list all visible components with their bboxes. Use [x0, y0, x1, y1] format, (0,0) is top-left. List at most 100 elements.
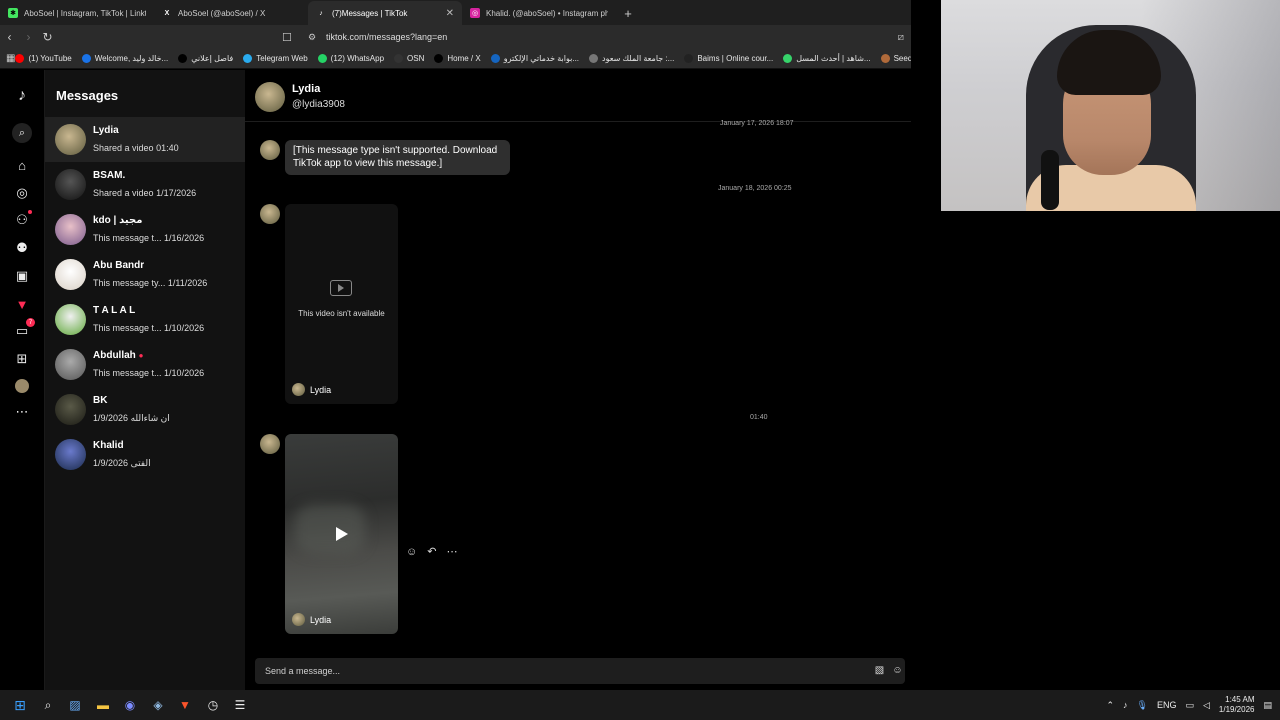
conversation-item[interactable]: Abdullah ● This message t... 1/10/2026: [45, 342, 245, 387]
unavailable-video-card[interactable]: This video isn't available Lydia: [285, 204, 398, 404]
volume-icon[interactable]: ◁: [1203, 700, 1210, 711]
bookmark-youtube[interactable]: (1) YouTube: [15, 54, 72, 63]
conversation-item[interactable]: Khalid الفتى 1/9/2026: [45, 432, 245, 477]
search-icon[interactable]: ⌕: [12, 123, 32, 143]
bookmark-ksu[interactable]: جامعة الملك سعود :...: [589, 54, 674, 63]
windows-taskbar: ⊞ ⌕ ▨ ▬ ◉ ◈ ▼ ◷ ☰ ⌃ ♪ 🎙 ENG ▭ ◁ 1:45 AM 1…: [0, 690, 1280, 720]
bookmark-welcome[interactable]: Welcome, خالد وليد...: [81, 54, 168, 63]
speaker-icon[interactable]: ♪: [1123, 700, 1128, 710]
message-actions: ☺ ↶ ⋯: [406, 545, 457, 559]
site-settings-icon[interactable]: ⚙: [308, 32, 316, 43]
activity-icon[interactable]: ▼: [12, 294, 32, 314]
messages-icon[interactable]: ▭ 7: [12, 318, 35, 341]
bookmark-osn[interactable]: OSN: [394, 54, 424, 63]
video-sender: Lydia: [292, 613, 331, 626]
bookmark-baims[interactable]: Baims | Online cour...: [684, 54, 773, 63]
avatar: [55, 304, 86, 335]
discord-icon[interactable]: ◉: [120, 695, 140, 715]
search-icon[interactable]: ⌕: [38, 695, 58, 715]
tab-instagram[interactable]: ◎ Khalid. (@aboSoel) • Instagram phot: [462, 1, 616, 25]
conversation-item[interactable]: Abu Bandr This message ty... 1/11/2026: [45, 252, 245, 297]
windows-start-icon[interactable]: ⊞: [10, 695, 30, 715]
friends-icon[interactable]: ⚉: [12, 238, 32, 258]
notifications-icon[interactable]: ▤: [1263, 700, 1272, 711]
task-manager-icon[interactable]: ☰: [230, 695, 250, 715]
conversation-item[interactable]: kdo | مجيد This message t... 1/16/2026: [45, 207, 245, 252]
new-tab-button[interactable]: +: [616, 1, 640, 25]
webcam-overlay: [941, 0, 1280, 211]
avatar: [55, 169, 86, 200]
avatar: [55, 124, 86, 155]
video-unavailable-icon: [330, 280, 352, 296]
bookmark-x-home[interactable]: Home / X: [434, 54, 481, 63]
url-text[interactable]: tiktok.com/messages?lang=en: [326, 32, 447, 42]
language-indicator[interactable]: ENG: [1157, 700, 1177, 710]
bookmark-shahid[interactable]: شاهد | أحدث المسل...: [783, 54, 871, 63]
microphone: [1041, 150, 1059, 210]
url-box[interactable]: ☐ ⚙ tiktok.com/messages?lang=en ⧄: [280, 27, 908, 47]
extension-icon[interactable]: ⧄: [898, 32, 904, 43]
message-timestamp: January 18, 2026 00:25: [718, 185, 792, 192]
more-options-icon[interactable]: ⋯: [446, 545, 457, 558]
file-explorer-icon[interactable]: ▬: [93, 695, 113, 715]
browser-window: ✱ AboSoel | Instagram, TikTok | Linktree…: [0, 0, 911, 690]
home-icon[interactable]: ⌂: [12, 155, 32, 175]
verified-icon: ●: [138, 351, 144, 360]
tab-x[interactable]: X AboSoel (@aboSoel) / X: [154, 1, 308, 25]
back-icon[interactable]: ‹: [0, 30, 19, 44]
conversation-item[interactable]: BSAM. Shared a video 1/17/2026: [45, 162, 245, 207]
reload-icon[interactable]: ↻: [38, 30, 57, 44]
bookmarks-bar: ▦ (1) YouTube Welcome, خالد وليد... فاصل…: [0, 49, 911, 69]
brave-icon[interactable]: ▼: [175, 695, 195, 715]
shared-video-card[interactable]: Lydia: [285, 434, 398, 634]
conversation-item[interactable]: Lydia Shared a video 01:40: [45, 117, 245, 162]
tab-strip: ✱ AboSoel | Instagram, TikTok | Linktree…: [0, 0, 911, 25]
bookmark-telegram[interactable]: Telegram Web: [243, 54, 308, 63]
message-timestamp: January 17, 2026 18:07: [720, 120, 794, 127]
tiktok-nav-rail: ♪ ⌕ ⌂ ◎ ⚇ ⚉ ▣ ▼ ▭ 7 ⊞ ⋯: [0, 70, 45, 690]
chat-contact-name[interactable]: Lydia: [292, 83, 320, 95]
play-icon[interactable]: [336, 527, 348, 541]
gallery-icon[interactable]: ▨: [65, 695, 85, 715]
avatar: [55, 259, 86, 290]
clock-app-icon[interactable]: ◷: [203, 695, 223, 715]
conversation-item[interactable]: BK ان شاءالله 1/9/2026: [45, 387, 245, 432]
profile-avatar[interactable]: [12, 376, 32, 396]
close-tab-icon[interactable]: ✕: [446, 8, 454, 19]
emoji-react-icon[interactable]: ☺: [406, 546, 417, 558]
tab-linktree[interactable]: ✱ AboSoel | Instagram, TikTok | Linktree: [0, 1, 154, 25]
microphone-icon[interactable]: 🎙: [1137, 700, 1148, 711]
avatar: [55, 439, 86, 470]
chevron-up-icon[interactable]: ⌃: [1106, 700, 1114, 711]
chat-contact-handle[interactable]: @lydia3908: [292, 99, 345, 110]
bookmark-khadamati[interactable]: بوابة خدماتي الإلكترو...: [490, 54, 579, 63]
bookmark-fasel[interactable]: فاصل إعلاني: [178, 54, 233, 63]
bookmark-seed[interactable]: Seed: [880, 54, 911, 63]
tiktok-logo-icon[interactable]: ♪: [12, 86, 32, 106]
bookmark-icon[interactable]: ☐: [282, 31, 292, 44]
clock[interactable]: 1:45 AM 1/19/2026: [1219, 695, 1255, 715]
emoji-icon[interactable]: ☺: [891, 664, 904, 677]
tab-tiktok-messages[interactable]: ♪ (7)Messages | TikTok ✕: [308, 1, 462, 25]
forward-icon[interactable]: ›: [19, 30, 38, 44]
conversation-item[interactable]: T A L A L This message t... 1/10/2026: [45, 297, 245, 342]
chat-header: Lydia @lydia3908: [245, 70, 911, 122]
reply-icon[interactable]: ↶: [427, 545, 436, 558]
avatar[interactable]: [255, 82, 285, 112]
gif-icon[interactable]: ▧: [873, 664, 886, 677]
network-icon[interactable]: ▭: [1185, 700, 1194, 711]
conversation-list: Messages Lydia Shared a video 01:40 BSAM…: [45, 70, 245, 690]
explore-icon[interactable]: ◎: [12, 183, 32, 203]
steam-icon[interactable]: ◈: [148, 695, 168, 715]
video-sender: Lydia: [292, 383, 331, 396]
following-icon[interactable]: ⚇: [12, 210, 32, 230]
system-tray: ⌃ ♪ 🎙 ENG ▭ ◁ 1:45 AM 1/19/2026 ▤: [1106, 690, 1272, 720]
apps-grid-icon[interactable]: ▦: [6, 53, 15, 64]
more-icon[interactable]: ⋯: [12, 402, 32, 422]
live-icon[interactable]: ▣: [12, 266, 32, 286]
message-input[interactable]: [265, 663, 805, 679]
upload-icon[interactable]: ⊞: [12, 349, 32, 369]
avatar: [260, 140, 280, 160]
bookmark-whatsapp[interactable]: (12) WhatsApp: [317, 54, 384, 63]
address-bar: ‹ › ↻ ☐ ⚙ tiktok.com/messages?lang=en ⧄: [0, 25, 911, 49]
